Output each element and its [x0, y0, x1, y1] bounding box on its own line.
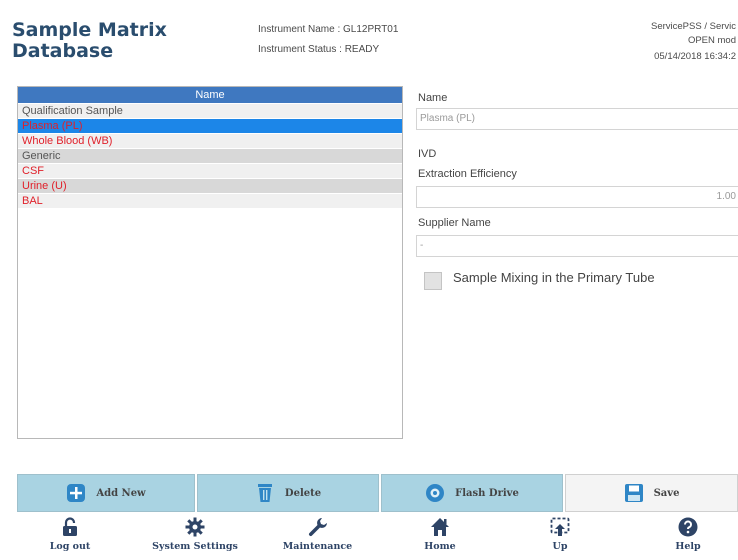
user-info: ServicePSS / Servic	[651, 21, 736, 32]
sample-mixing-checkbox[interactable]	[424, 272, 442, 290]
extraction-efficiency-label: Extraction Efficiency	[418, 168, 517, 180]
extraction-efficiency-field[interactable]: 1.00	[416, 186, 738, 208]
list-column-header[interactable]: Name	[18, 87, 402, 103]
flash-drive-button[interactable]: Flash Drive	[381, 474, 563, 512]
instrument-status: Instrument Status : READY	[258, 44, 380, 55]
nav-label: Log out	[49, 541, 91, 552]
flash-drive-label: Flash Drive	[455, 487, 519, 499]
save-button[interactable]: Save	[565, 474, 738, 512]
nav-help[interactable]: Help	[648, 516, 728, 560]
mode-info: OPEN mod	[687, 35, 736, 46]
gear-icon	[140, 516, 250, 538]
delete-label: Delete	[284, 487, 322, 499]
floppy-disk-icon	[624, 483, 644, 503]
list-item[interactable]: Whole Blood (WB)	[18, 134, 402, 148]
list-item[interactable]: BAL	[18, 194, 402, 208]
datetime: 05/14/2018 16:34:2	[654, 51, 736, 62]
list-item[interactable]: Qualification Sample	[18, 104, 402, 118]
name-field[interactable]: Plasma (PL)	[416, 108, 738, 130]
page-title: Sample Matrix Database	[12, 19, 167, 62]
instrument-name: Instrument Name : GL12PRT01	[258, 24, 399, 35]
help-icon	[648, 516, 728, 538]
action-bar: Add New Delete Flash Drive Save	[17, 474, 738, 512]
add-new-button[interactable]: Add New	[17, 474, 195, 512]
list-item-selected[interactable]: Plasma (PL)	[18, 119, 402, 133]
list-item[interactable]: Urine (U)	[18, 179, 402, 193]
up-arrow-icon	[520, 516, 600, 538]
wrench-icon	[270, 516, 365, 538]
padlock-icon	[30, 516, 110, 538]
save-label: Save	[653, 487, 680, 499]
sample-matrix-list[interactable]: Name Qualification Sample Plasma (PL) Wh…	[17, 86, 403, 439]
plus-icon	[66, 483, 86, 503]
nav-label: System Settings	[152, 541, 238, 552]
nav-label: Up	[552, 541, 568, 552]
nav-up[interactable]: Up	[520, 516, 600, 560]
add-new-label: Add New	[96, 487, 146, 499]
ivd-label: IVD	[418, 148, 437, 160]
nav-log-out[interactable]: Log out	[30, 516, 110, 560]
sample-mixing-label: Sample Mixing in the Primary Tube	[453, 270, 655, 285]
supplier-name-label: Supplier Name	[418, 217, 491, 229]
flash-drive-icon	[425, 483, 445, 503]
list-item[interactable]: Generic	[18, 149, 402, 163]
supplier-name-field[interactable]: -	[416, 235, 738, 257]
list-item[interactable]: CSF	[18, 164, 402, 178]
nav-home[interactable]: Home	[400, 516, 480, 560]
trash-icon	[255, 483, 275, 503]
nav-label: Help	[675, 541, 701, 552]
nav-maintenance[interactable]: Maintenance	[270, 516, 365, 560]
nav-system-settings[interactable]: System Settings	[140, 516, 250, 560]
name-label: Name	[418, 92, 448, 104]
delete-button[interactable]: Delete	[197, 474, 379, 512]
nav-label: Home	[424, 541, 456, 552]
nav-label: Maintenance	[282, 541, 353, 552]
home-icon	[400, 516, 480, 538]
